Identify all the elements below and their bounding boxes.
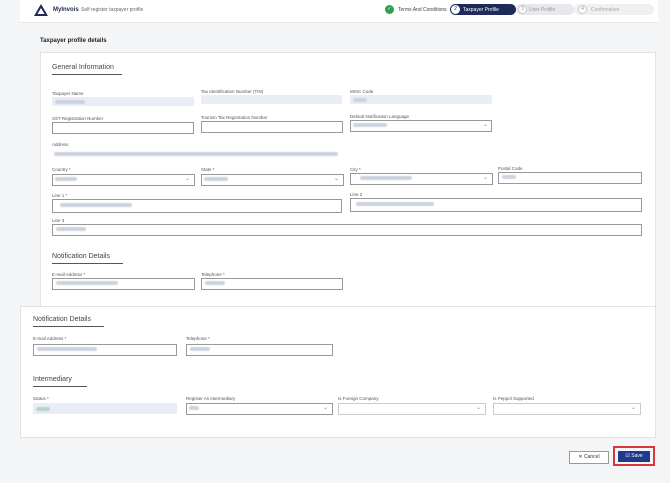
country-label: Country * [52,167,71,172]
msic-label: MSIC Code [350,89,374,94]
redacted-value [353,123,387,127]
city-label: City * [350,167,361,172]
redacted-value [189,406,199,410]
line3-label: Line 3 [52,218,65,223]
redacted-value [56,281,118,285]
step-confirmation-label: Confirmation [591,7,620,13]
redacted-value [36,406,50,411]
step-user-profile-label: User Profile [529,7,556,13]
section-title-notification: Notification Details [33,316,91,323]
status-label: Status * [33,396,49,401]
section-underline [52,263,123,264]
section-title-general: General Information [52,64,114,71]
chevron-down-icon: ⌄ [333,176,339,182]
email-label: E-mail Address * [33,336,67,341]
redacted-value [56,227,86,231]
redacted-value [37,347,97,351]
tin-field [201,95,342,104]
chevron-down-icon: ⌄ [475,405,481,411]
profile-form-panel-lower [20,306,656,438]
status-field [33,403,177,414]
tourism-label: Tourism Tax Registration Number [201,115,268,120]
line1-label: Line 1 * [52,193,68,198]
chevron-down-icon: ⌄ [322,405,328,411]
page-title: Taxpayer profile details [40,38,107,44]
redacted-value [55,99,85,104]
section-underline [33,386,87,387]
redacted-value [190,347,210,351]
section-title-notification: Notification Details [52,253,110,260]
address-label: Address [52,142,69,147]
redacted-value [502,175,516,179]
cancel-button[interactable]: ✕ Cancel [569,451,609,464]
redacted-value [353,97,367,102]
state-label: State * [201,167,215,172]
line3-input[interactable] [52,224,642,236]
sst-label: SST Registration Number [52,116,104,121]
redacted-value [360,176,412,180]
tourism-input[interactable] [201,121,343,133]
email-label: E-mail Address * [52,272,86,277]
postal-input[interactable] [498,172,642,184]
language-label: Default Notification Language [350,114,410,119]
app-subtitle: Self register taxpayer profile [81,7,144,13]
section-title-intermediary: Intermediary [33,376,72,383]
redacted-value [356,202,434,206]
tin-label: Tax Identification Number (TIN) [201,89,264,94]
step-taxpayer-profile-label: Taxpayer Profile [463,7,499,13]
myinvois-logo-icon [34,4,48,16]
redacted-value [205,281,225,285]
telephone-label: Telephone * [201,272,225,277]
register-intermediary-select[interactable] [186,403,333,415]
peppol-select[interactable] [493,403,641,415]
line2-label: Line 2 [350,192,363,197]
redacted-value [60,203,132,207]
section-underline [33,326,104,327]
redacted-value [54,152,338,156]
foreign-company-select[interactable] [338,403,486,415]
sst-input[interactable] [52,122,194,134]
peppol-label: Is Peppol Supported [493,396,534,401]
chevron-down-icon: ⌄ [482,175,488,181]
section-underline [52,74,122,75]
taxpayer-name-label: Taxpayer Name [52,91,84,96]
step-number: 2 [451,5,460,14]
postal-label: Postal Code [498,166,523,171]
msic-field [350,95,492,104]
save-button[interactable]: ☑ Save [618,451,650,462]
telephone-label: Telephone * [186,336,210,341]
step-done-check-icon: ✓ [385,5,394,14]
step-number: 4 [578,5,587,14]
redacted-value [204,177,228,181]
step-number: 3 [518,5,527,14]
chevron-down-icon: ⌄ [630,405,636,411]
foreign-company-label: Is Foreign Company [338,396,379,401]
register-intermediary-label: Register As Intermediary [186,396,236,401]
redacted-value [55,177,77,181]
step-terms-label[interactable]: Terms And Conditions [398,7,447,13]
chevron-down-icon: ⌄ [482,122,488,128]
app-brand: MyInvois [53,7,79,13]
chevron-down-icon: ⌄ [184,176,190,182]
